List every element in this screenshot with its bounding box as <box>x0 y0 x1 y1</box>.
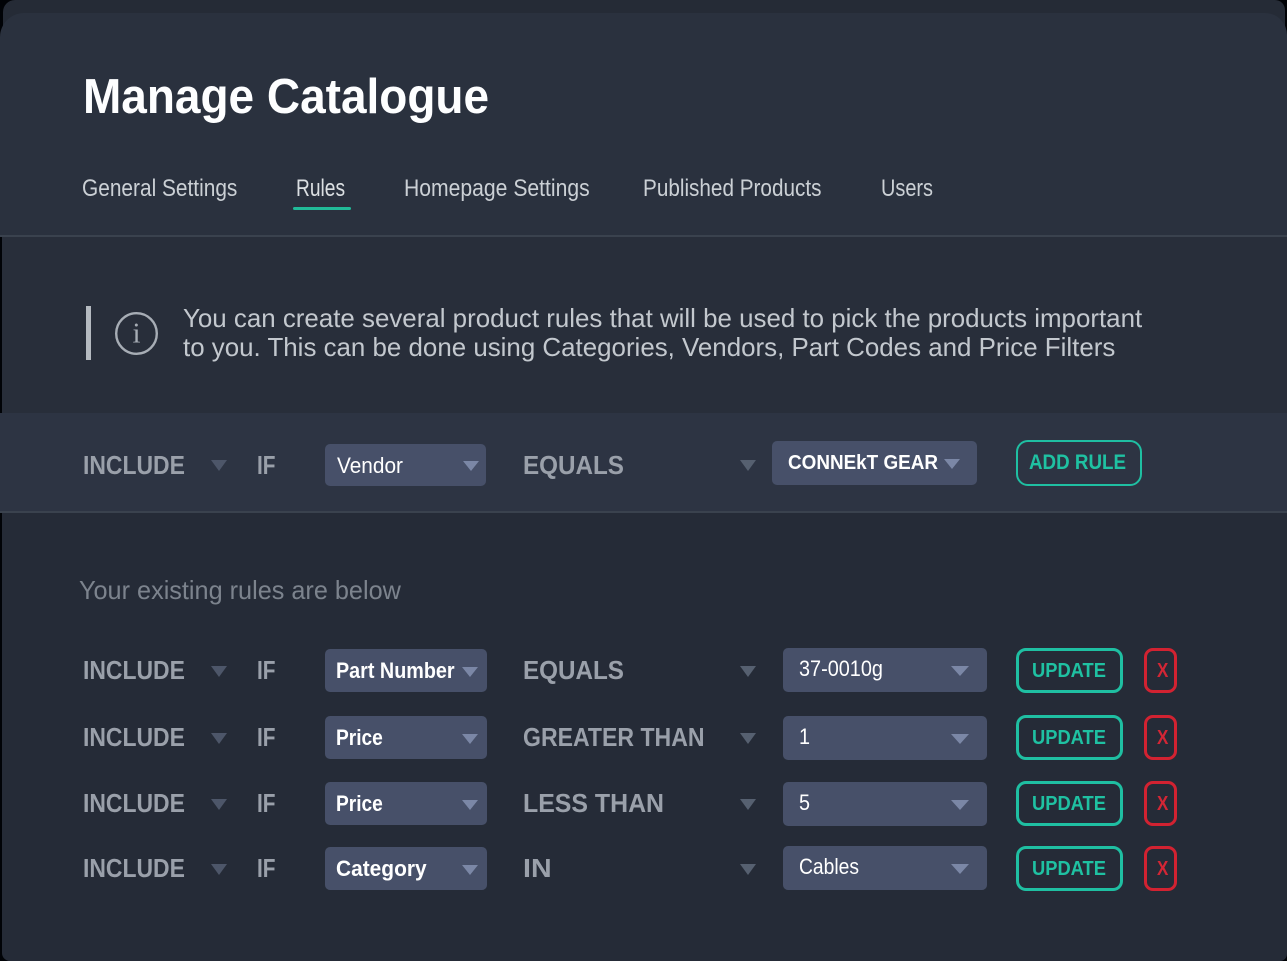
svg-text:i: i <box>132 318 140 350</box>
